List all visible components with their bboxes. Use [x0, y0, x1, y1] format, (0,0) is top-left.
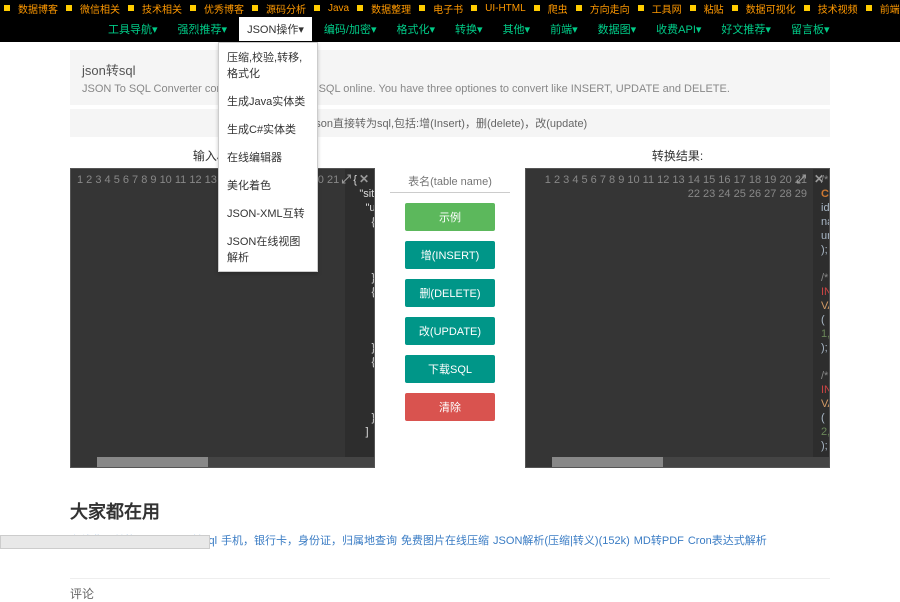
- bookmark-item[interactable]: UI-HTML: [485, 3, 526, 14]
- dropdown-item[interactable]: 在线编辑器: [219, 143, 317, 171]
- bookmark-item[interactable]: Java: [328, 3, 349, 14]
- nav-item[interactable]: 好文推荐▾: [713, 17, 779, 41]
- dropdown-item[interactable]: JSON在线视图解析: [219, 227, 317, 271]
- popular-heading: 大家都在用: [70, 498, 830, 524]
- bookmark-item[interactable]: 数据博客: [18, 1, 58, 16]
- nav-item[interactable]: 数据图▾: [590, 17, 645, 41]
- popular-link[interactable]: JSON解析(压缩|转义)(152k): [493, 535, 630, 547]
- dropdown-item[interactable]: JSON-XML互转: [219, 199, 317, 227]
- nav-item[interactable]: 转换▾: [447, 17, 491, 41]
- popular-link[interactable]: 手机，银行卡，身份证，归属地查询: [221, 535, 397, 547]
- nav-item[interactable]: 前端▾: [542, 17, 586, 41]
- nav-item[interactable]: 留言板▾: [783, 17, 838, 41]
- close-icon[interactable]: ✕: [814, 172, 824, 187]
- close-icon[interactable]: ✕: [359, 172, 369, 187]
- bookmark-item[interactable]: 数据可视化: [746, 1, 796, 16]
- bookmark-item[interactable]: 数据整理: [371, 1, 411, 16]
- bookmark-item[interactable]: 爬虫: [548, 1, 568, 16]
- update-button[interactable]: 改(UPDATE): [405, 317, 495, 345]
- dropdown-item[interactable]: 美化着色: [219, 171, 317, 199]
- bookmark-item[interactable]: 粘贴: [704, 1, 724, 16]
- popular-link[interactable]: Cron表达式解析: [688, 535, 767, 547]
- example-button[interactable]: 示例: [405, 203, 495, 231]
- nav-item[interactable]: 强烈推荐▾: [170, 17, 236, 41]
- page-subtitle: JSON To SQL Converter converts JSON data…: [82, 83, 818, 95]
- bookmark-item[interactable]: 方向走向: [590, 1, 630, 16]
- bookmark-item[interactable]: 技术视频: [818, 1, 858, 16]
- dropdown-item[interactable]: 生成Java实体类: [219, 87, 317, 115]
- scrollbar-horizontal[interactable]: [552, 457, 829, 467]
- nav-item[interactable]: 编码/加密▾: [316, 17, 385, 41]
- dropdown-item[interactable]: 生成C#实体类: [219, 115, 317, 143]
- clear-button[interactable]: 清除: [405, 393, 495, 421]
- popular-link[interactable]: 免费图片在线压缩: [401, 535, 489, 547]
- table-name-input[interactable]: [390, 172, 510, 193]
- bookmark-item[interactable]: 技术相关: [142, 1, 182, 16]
- popular-link[interactable]: MD转PDF: [634, 535, 684, 547]
- nav-item[interactable]: JSON操作▾: [239, 17, 312, 41]
- nav-item[interactable]: 收费API▾: [648, 17, 709, 41]
- download-button[interactable]: 下载SQL: [405, 355, 495, 383]
- bookmark-item[interactable]: 电子书: [433, 1, 463, 16]
- json-dropdown: 压缩,校验,转移,格式化生成Java实体类生成C#实体类在线编辑器美化着色JSO…: [218, 42, 318, 272]
- expand-icon[interactable]: ⤢: [796, 172, 806, 187]
- status-bar: [0, 535, 210, 549]
- bookmark-item[interactable]: 微信相关: [80, 1, 120, 16]
- output-panel-title: 转换结果:: [525, 147, 830, 164]
- main-nav: 工具导航▾强烈推荐▾JSON操作▾编码/加密▾格式化▾转换▾其他▾前端▾数据图▾…: [0, 16, 900, 42]
- dropdown-item[interactable]: 压缩,校验,转移,格式化: [219, 43, 317, 87]
- nav-item[interactable]: 工具导航▾: [100, 17, 166, 41]
- scrollbar-horizontal[interactable]: [97, 457, 374, 467]
- insert-button[interactable]: 增(INSERT): [405, 241, 495, 269]
- nav-item[interactable]: 其他▾: [495, 17, 539, 41]
- bookmark-item[interactable]: 源码分析: [266, 1, 306, 16]
- expand-icon[interactable]: ⤢: [341, 172, 351, 187]
- page-header: json转sql JSON To SQL Converter converts …: [70, 50, 830, 105]
- delete-button[interactable]: 删(DELETE): [405, 279, 495, 307]
- page-title: json转sql: [82, 60, 818, 79]
- nav-item[interactable]: 格式化▾: [389, 17, 444, 41]
- bookmark-item[interactable]: 优秀博客: [204, 1, 244, 16]
- sql-output-editor[interactable]: 1 2 3 4 5 6 7 8 9 10 11 12 13 14 15 16 1…: [525, 168, 830, 468]
- comments-heading: 评论: [70, 578, 830, 602]
- bookmark-item[interactable]: 前端技术: [880, 1, 900, 16]
- page-description: json直接转为sql,包括:增(Insert)，删(delete)，改(upd…: [70, 109, 830, 137]
- bookmark-bar: 数据博客 微信相关 技术相关 优秀博客 源码分析 Java 数据整理 电子书 UI-HTML 爬虫…: [0, 0, 900, 16]
- bookmark-item[interactable]: 工具网: [652, 1, 682, 16]
